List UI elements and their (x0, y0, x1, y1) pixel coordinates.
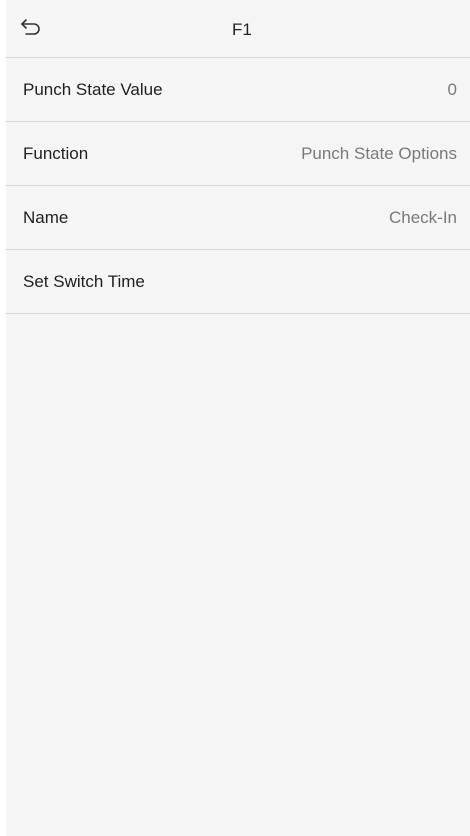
row-label: Set Switch Time (23, 271, 145, 291)
row-value: Check-In (388, 207, 457, 227)
row-name[interactable]: Name Check-In (6, 186, 470, 250)
settings-screen: F1 Punch State Value 0 Function Punch St… (6, 0, 470, 836)
row-set-switch-time[interactable]: Set Switch Time (6, 250, 470, 314)
row-label: Punch State Value (23, 79, 163, 99)
row-punch-state-value[interactable]: Punch State Value 0 (6, 58, 470, 122)
page-title: F1 (232, 20, 252, 39)
row-value: Punch State Options (301, 143, 457, 163)
row-label: Function (23, 143, 89, 163)
row-value: 0 (447, 79, 457, 99)
row-label: Name (23, 207, 69, 227)
back-button[interactable] (18, 14, 44, 40)
back-arrow-icon (21, 19, 40, 35)
row-function[interactable]: Function Punch State Options (6, 122, 470, 186)
header-bar: F1 (6, 0, 470, 58)
